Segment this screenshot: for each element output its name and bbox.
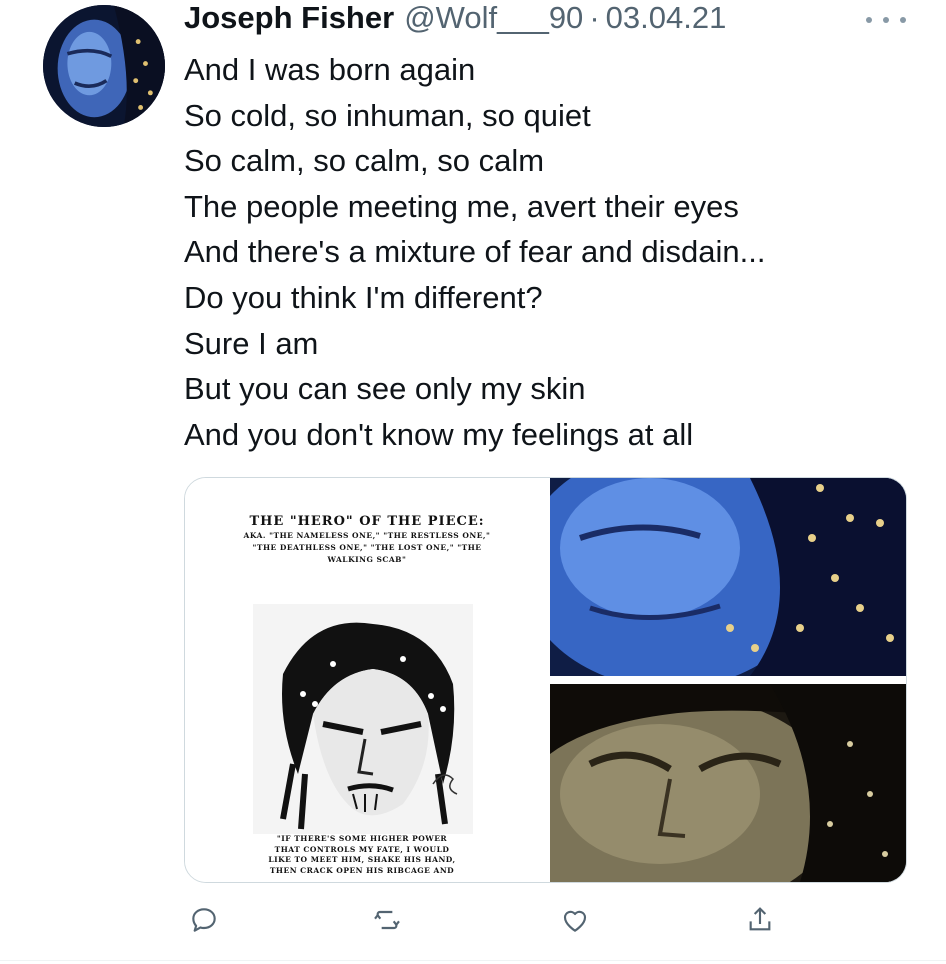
more-horizontal-icon (900, 17, 906, 23)
tweet-text-line: So cold, so inhuman, so quiet (184, 97, 591, 133)
avatar-portrait-image (43, 5, 165, 127)
tweet-date[interactable]: 03.04.21 (606, 0, 727, 36)
tweet-text-line: And I was born again (184, 52, 476, 87)
more-horizontal-icon (866, 17, 872, 23)
poster-subtitle-line: WALKING SCAB" (327, 555, 407, 564)
media-image-poster[interactable]: THE "HERO" OF THE PIECE: AKA. "THE NAMEL… (185, 478, 547, 882)
reply-button[interactable] (186, 902, 222, 938)
reply-icon (192, 908, 216, 932)
media-image-grey-face[interactable] (550, 684, 906, 882)
poster-subtitle-line: "THE DEATHLESS ONE," "THE LOST ONE," "TH… (252, 543, 482, 552)
tweet-divider (0, 960, 946, 961)
tweet-text-line: So calm, so calm, so calm (184, 143, 545, 179)
poster-quote-line: "IF THERE'S SOME HIGHER POWER (276, 834, 448, 843)
sketch-portrait-image (253, 604, 473, 834)
author-display-name[interactable]: Joseph Fisher (184, 0, 394, 36)
heart-icon (563, 910, 587, 932)
tweet-text-line: But you can see only my skin (184, 371, 586, 407)
tweet-text-line: And there's a mixture of fear and disdai… (184, 234, 766, 270)
blue-face-image (550, 478, 906, 676)
retweet-button[interactable] (369, 902, 405, 938)
tweet-text-line: And you don't know my feelings at all (184, 416, 694, 452)
media-image-blue-face[interactable] (550, 478, 906, 676)
grey-face-image (550, 684, 906, 882)
poster-subtitle-line: AKA. "THE NAMELESS ONE," "THE RESTLESS O… (243, 531, 491, 540)
poster-title: THE "HERO" OF THE PIECE: (249, 514, 485, 529)
more-horizontal-icon (883, 17, 889, 23)
author-avatar[interactable] (43, 5, 165, 127)
tweet-actions (0, 902, 946, 942)
share-icon (749, 907, 771, 931)
like-button[interactable] (557, 902, 593, 938)
media-grid: THE "HERO" OF THE PIECE: AKA. "THE NAMEL… (184, 477, 907, 883)
poster-quote: "IF THERE'S SOME HIGHER POWER THAT CONTR… (227, 834, 497, 876)
tweet-text-line: Do you think I'm different? (184, 279, 543, 315)
poster-quote-line: THAT CONTROLS MY FATE, I WOULD (274, 844, 450, 854)
tweet-header: Joseph Fisher @Wolf___90 · 03.04.21 (184, 0, 726, 40)
tweet-text-line: The people meeting me, avert their eyes (184, 188, 739, 224)
poster-heading: THE "HERO" OF THE PIECE: AKA. "THE NAMEL… (217, 514, 517, 565)
tweet-text: And I was born again So cold, so inhuman… (184, 47, 924, 457)
share-button[interactable] (742, 902, 778, 938)
header-separator: · (589, 0, 600, 35)
retweet-icon (374, 910, 400, 930)
author-handle[interactable]: @Wolf___90 (404, 0, 583, 36)
more-options-button[interactable] (866, 8, 906, 32)
poster-sketch-art (253, 604, 473, 834)
tweet-text-line: Sure I am (184, 325, 319, 361)
poster-quote-line: THEN CRACK OPEN HIS RIBCAGE AND (269, 865, 455, 875)
poster-quote-line: LIKE TO MEET HIM, SHAKE HIS HAND, (268, 855, 456, 864)
